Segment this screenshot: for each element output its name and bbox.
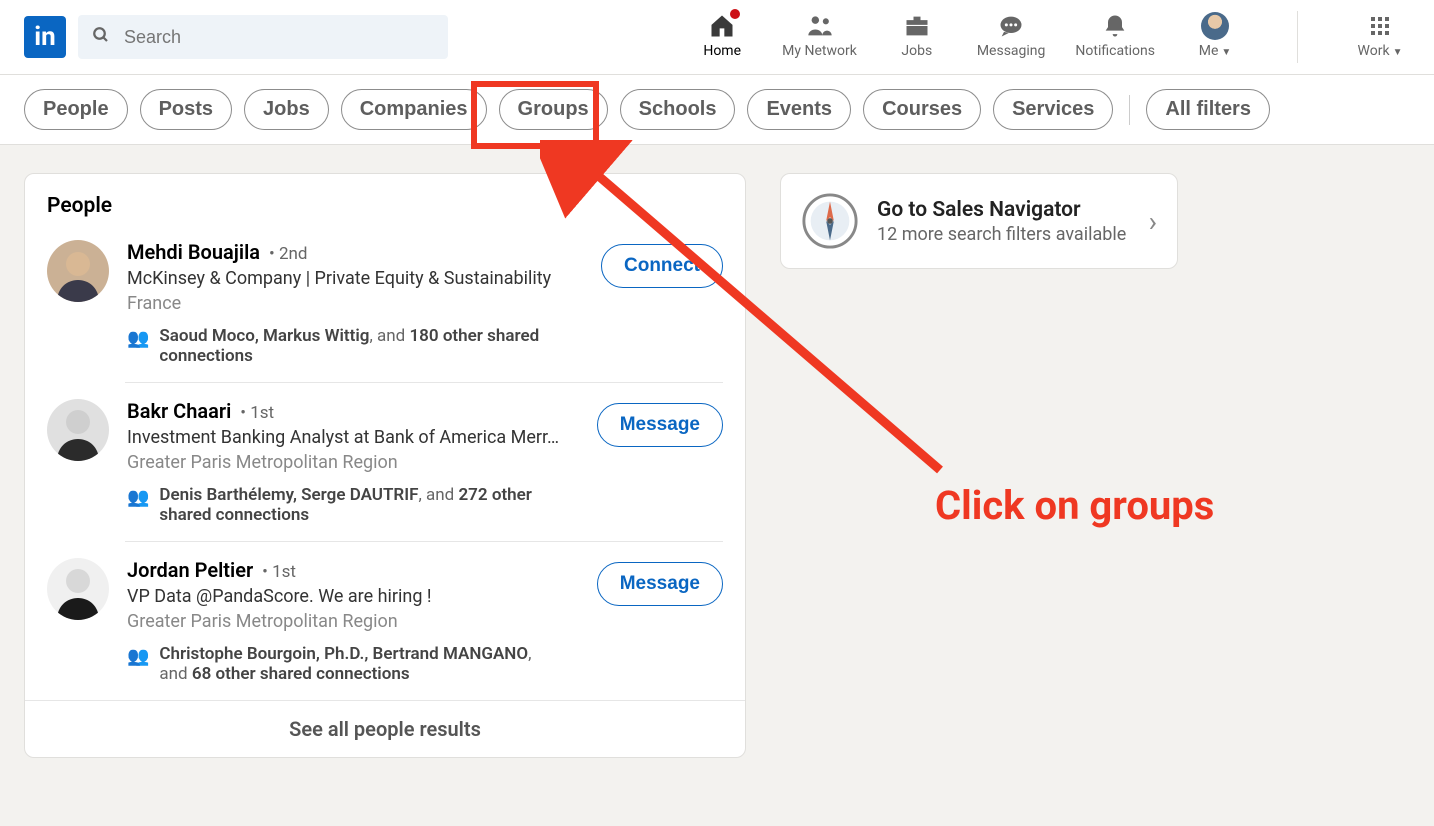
- linkedin-logo[interactable]: in: [24, 16, 66, 58]
- avatar[interactable]: [47, 240, 109, 302]
- nav-items: Home My Network Jobs Messaging Notificat…: [692, 11, 1410, 63]
- nav-network[interactable]: My Network: [782, 11, 857, 59]
- nav-notifications[interactable]: Notifications: [1075, 11, 1155, 59]
- filter-events[interactable]: Events: [747, 89, 851, 130]
- people-card: People Mehdi Bouajila • 2nd McKinsey & C…: [24, 173, 746, 758]
- apps-icon: [1368, 11, 1392, 41]
- message-button[interactable]: Message: [597, 403, 723, 447]
- nav-work-label: Work▼: [1358, 43, 1403, 59]
- nav-network-label: My Network: [782, 43, 857, 59]
- network-icon: [806, 11, 834, 41]
- nav-home-label: Home: [703, 43, 741, 59]
- shared-connections: 👥 Denis Barthélemy, Serge DAUTRIF, and 2…: [127, 485, 557, 525]
- nav-jobs-label: Jobs: [901, 43, 932, 59]
- filter-posts[interactable]: Posts: [140, 89, 232, 130]
- result-degree: • 2nd: [269, 244, 307, 264]
- result-title: Investment Banking Analyst at Bank of Am…: [127, 427, 577, 448]
- nav-jobs[interactable]: Jobs: [887, 11, 947, 59]
- search-result: Jordan Peltier • 1st VP Data @PandaScore…: [25, 542, 745, 700]
- connect-button[interactable]: Connect: [601, 244, 723, 288]
- compass-icon: [801, 192, 859, 250]
- result-location: France: [127, 293, 583, 314]
- nav-home[interactable]: Home: [692, 11, 752, 59]
- search-icon: [92, 26, 110, 49]
- nav-messaging-label: Messaging: [977, 43, 1046, 59]
- side-subtitle: 12 more search filters available: [877, 224, 1131, 245]
- nav-notifications-label: Notifications: [1075, 43, 1155, 59]
- caret-down-icon: ▼: [1221, 47, 1231, 58]
- notification-badge: [728, 7, 742, 21]
- nav-work[interactable]: Work▼: [1350, 11, 1410, 59]
- shared-icon: 👥: [127, 646, 149, 667]
- search-result: Mehdi Bouajila • 2nd McKinsey & Company …: [25, 224, 745, 382]
- nav-me-label: Me▼: [1199, 43, 1232, 59]
- nav-divider: [1297, 11, 1298, 63]
- filter-bar: People Posts Jobs Companies Groups Schoo…: [0, 75, 1434, 145]
- avatar[interactable]: [47, 558, 109, 620]
- filter-separator: [1129, 95, 1130, 125]
- sales-navigator-card[interactable]: Go to Sales Navigator 12 more search fil…: [780, 173, 1178, 269]
- result-degree: • 1st: [240, 403, 274, 423]
- filter-services[interactable]: Services: [993, 89, 1113, 130]
- filter-groups[interactable]: Groups: [499, 89, 608, 130]
- search-input[interactable]: [122, 26, 434, 49]
- jobs-icon: [903, 11, 931, 41]
- nav-me[interactable]: Me▼: [1185, 11, 1245, 59]
- chevron-right-icon: ›: [1149, 205, 1157, 238]
- result-name: Mehdi Bouajila: [127, 240, 260, 264]
- avatar-icon: [1201, 11, 1229, 41]
- search-result: Bakr Chaari • 1st Investment Banking Ana…: [25, 383, 745, 541]
- result-title: VP Data @PandaScore. We are hiring !: [127, 586, 577, 607]
- result-title: McKinsey & Company | Private Equity & Su…: [127, 268, 577, 289]
- annotation-text: Click on groups: [935, 482, 1214, 529]
- result-name-line[interactable]: Jordan Peltier • 1st: [127, 558, 579, 582]
- result-name-line[interactable]: Mehdi Bouajila • 2nd: [127, 240, 583, 264]
- see-all-people[interactable]: See all people results: [25, 700, 745, 757]
- filter-jobs[interactable]: Jobs: [244, 89, 329, 130]
- filter-schools[interactable]: Schools: [620, 89, 736, 130]
- nav-messaging[interactable]: Messaging: [977, 11, 1046, 59]
- result-name: Jordan Peltier: [127, 558, 253, 582]
- result-name-line[interactable]: Bakr Chaari • 1st: [127, 399, 579, 423]
- search-box[interactable]: [78, 15, 448, 59]
- content-area: People Mehdi Bouajila • 2nd McKinsey & C…: [0, 145, 1434, 786]
- people-card-title: People: [25, 174, 745, 224]
- caret-down-icon: ▼: [1393, 47, 1403, 58]
- shared-icon: 👥: [127, 328, 149, 349]
- shared-connections: 👥 Saoud Moco, Markus Wittig, and 180 oth…: [127, 326, 557, 366]
- messaging-icon: [997, 11, 1025, 41]
- filter-people[interactable]: People: [24, 89, 128, 130]
- result-name: Bakr Chaari: [127, 399, 231, 423]
- message-button[interactable]: Message: [597, 562, 723, 606]
- result-location: Greater Paris Metropolitan Region: [127, 611, 579, 632]
- result-degree: • 1st: [262, 562, 296, 582]
- shared-icon: 👥: [127, 487, 149, 508]
- filter-courses[interactable]: Courses: [863, 89, 981, 130]
- filter-all[interactable]: All filters: [1146, 89, 1270, 130]
- shared-connections: 👥 Christophe Bourgoin, Ph.D., Bertrand M…: [127, 644, 557, 684]
- top-nav: in Home My Network Jobs: [0, 0, 1434, 75]
- side-title: Go to Sales Navigator: [877, 198, 1131, 222]
- result-location: Greater Paris Metropolitan Region: [127, 452, 579, 473]
- avatar[interactable]: [47, 399, 109, 461]
- filter-companies[interactable]: Companies: [341, 89, 487, 130]
- bell-icon: [1101, 11, 1129, 41]
